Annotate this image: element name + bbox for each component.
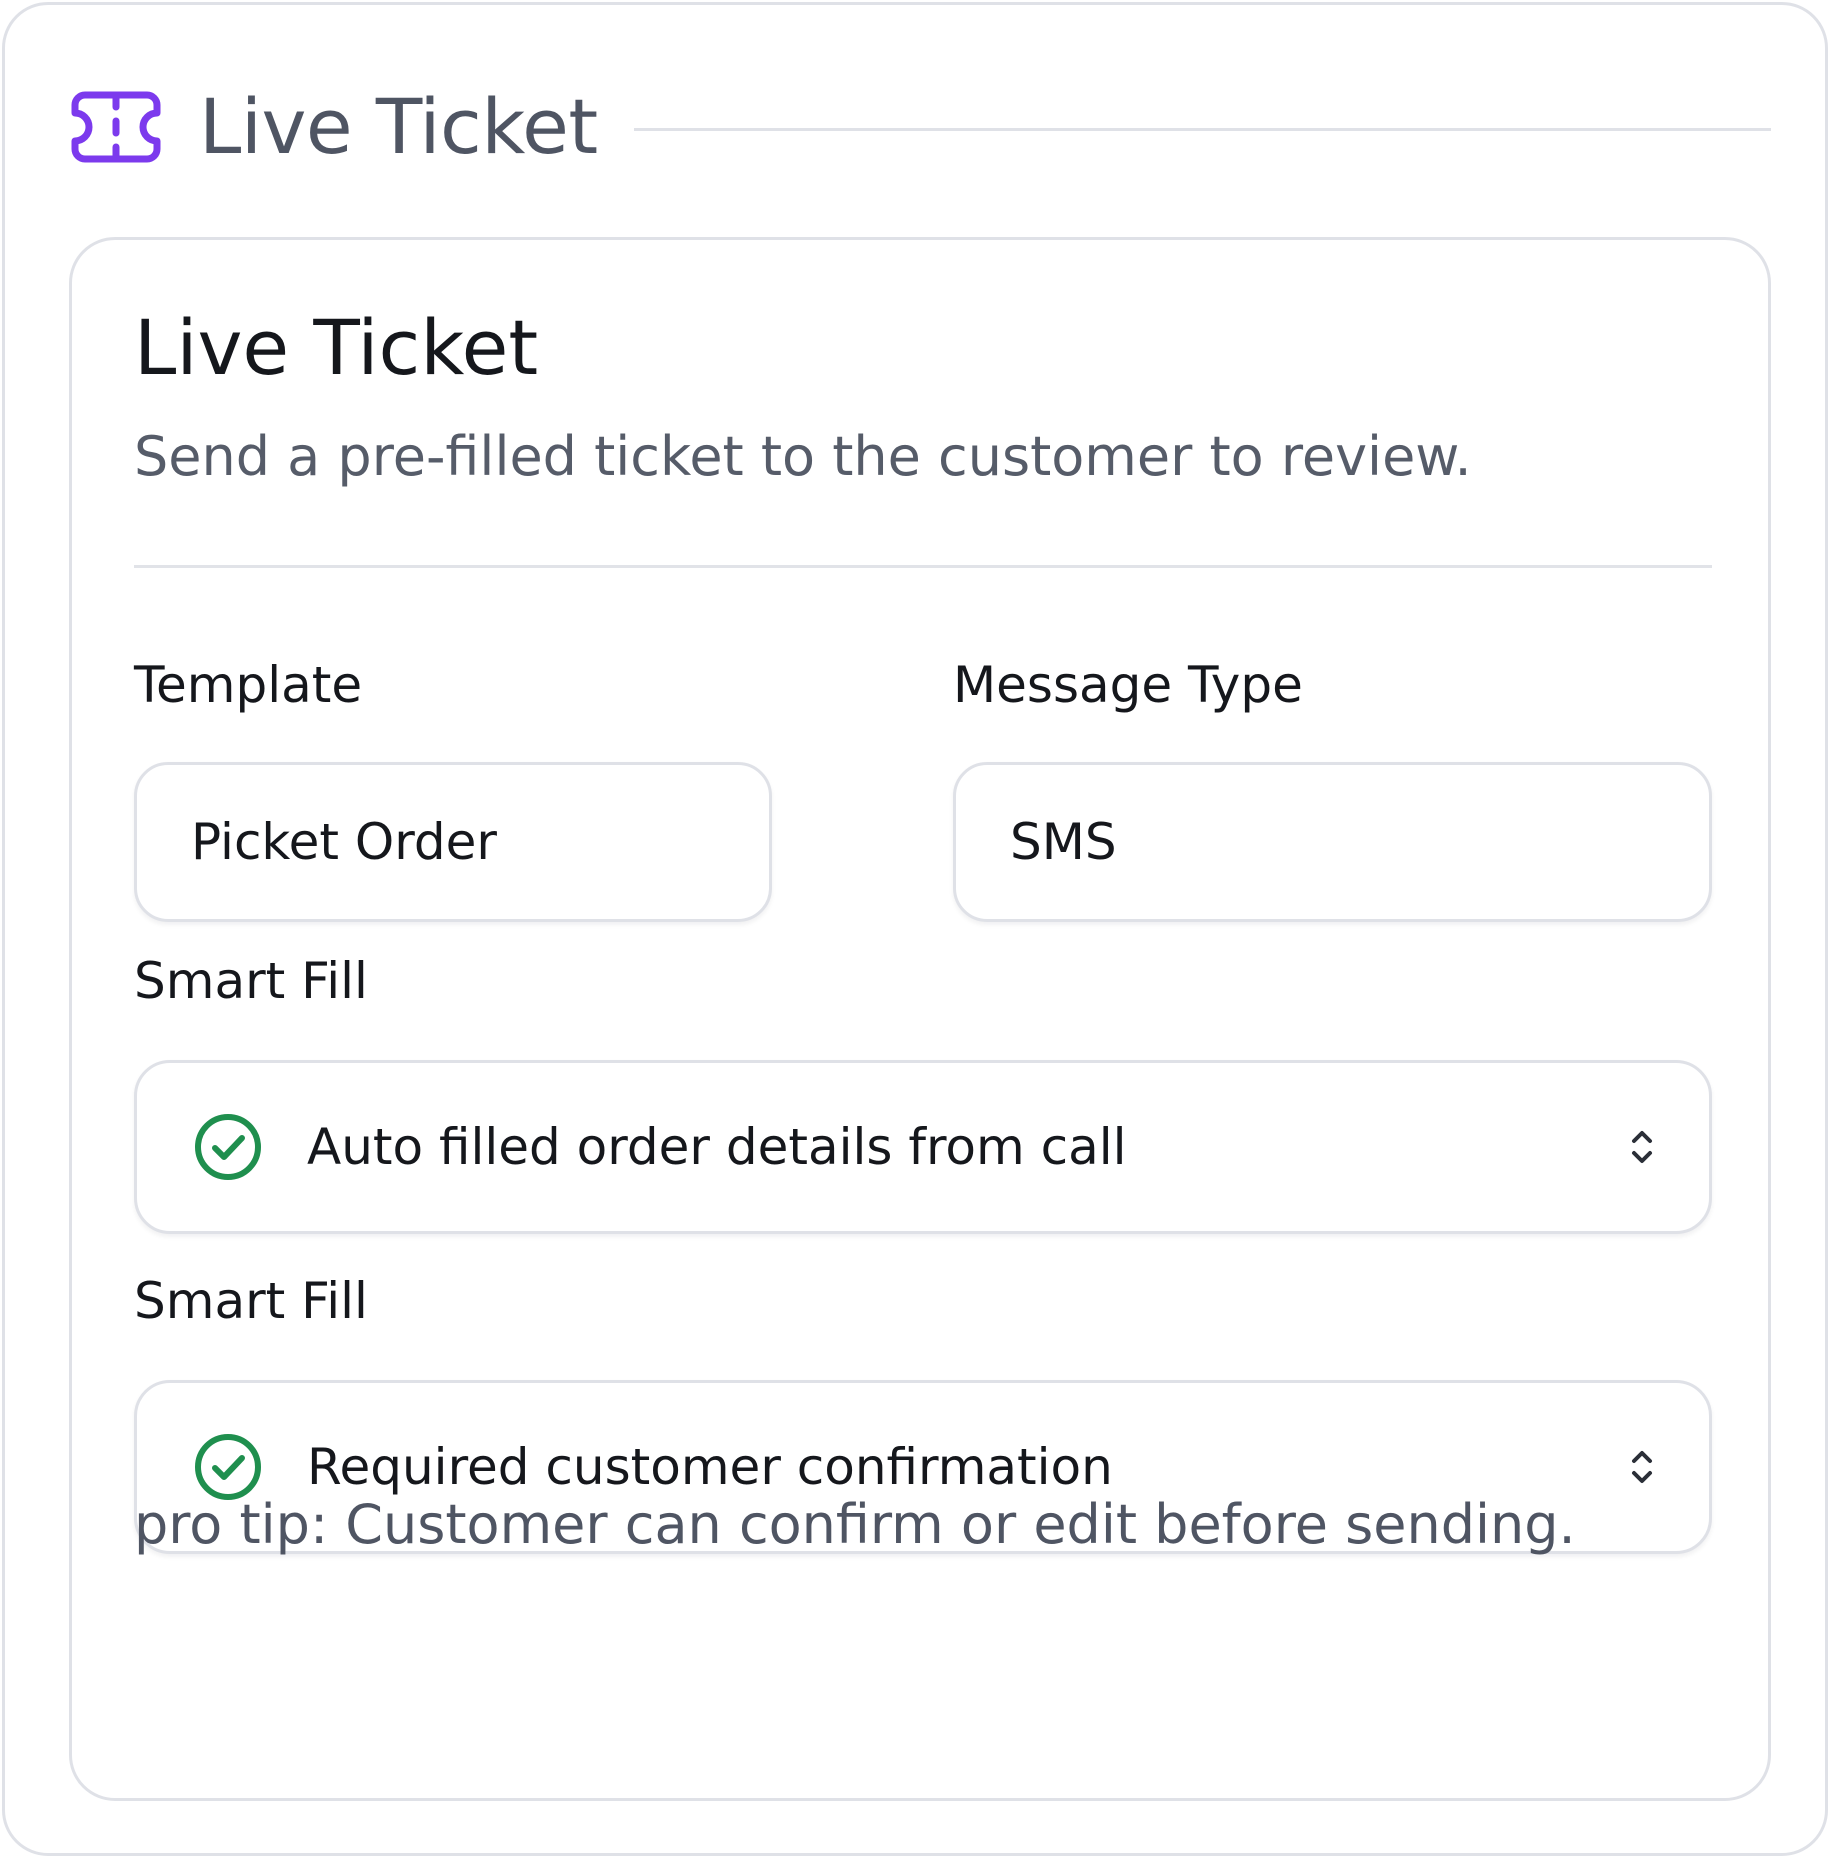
template-field[interactable]: Picket Order xyxy=(134,762,772,922)
smart-fill-select-1[interactable]: Auto filled order details from call xyxy=(134,1060,1712,1234)
check-circle-icon xyxy=(195,1434,261,1500)
panel-header: Live Ticket xyxy=(71,85,1771,169)
smart-fill-value: Required customer confirmation xyxy=(307,1438,1113,1496)
header-divider xyxy=(633,127,1771,131)
template-label: Template xyxy=(134,656,363,714)
message-type-field[interactable]: SMS xyxy=(953,762,1712,922)
smart-fill-label: Smart Fill xyxy=(134,952,368,1010)
live-ticket-card: Live Ticket Send a pre-filled ticket to … xyxy=(69,237,1771,1801)
smart-fill-label: Smart Fill xyxy=(134,1272,368,1330)
chevron-up-down-icon xyxy=(1632,1131,1652,1163)
live-ticket-panel: Live Ticket Live Ticket Send a pre-fille… xyxy=(2,2,1828,1856)
pro-tip-text: pro tip: Customer can confirm or edit be… xyxy=(134,1493,1576,1556)
card-divider xyxy=(134,565,1712,568)
ticket-icon xyxy=(71,89,161,165)
card-subtitle: Send a pre-filled ticket to the customer… xyxy=(134,425,1472,488)
card-title: Live Ticket xyxy=(134,303,539,392)
panel-title: Live Ticket xyxy=(199,82,598,171)
smart-fill-value: Auto filled order details from call xyxy=(307,1118,1127,1176)
chevron-up-down-icon xyxy=(1632,1451,1652,1483)
check-circle-icon xyxy=(195,1114,261,1180)
message-type-label: Message Type xyxy=(953,656,1303,714)
